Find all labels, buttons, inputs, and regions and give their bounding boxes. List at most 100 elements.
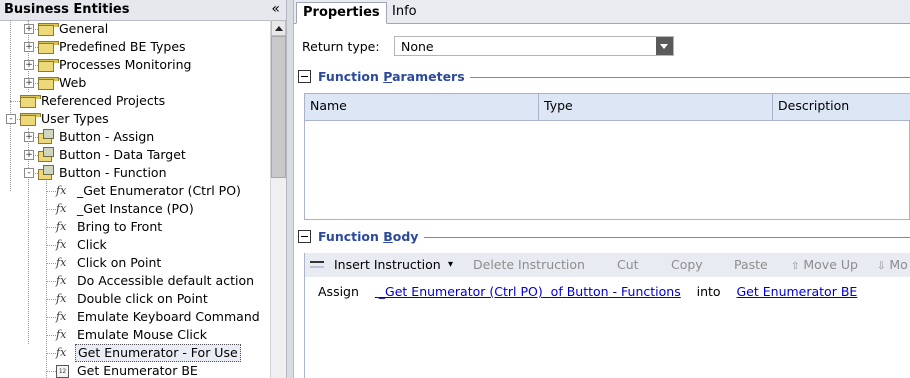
table-header: Name Type Description: [305, 94, 910, 121]
column-header-name[interactable]: Name: [305, 94, 539, 120]
tree-scrollbar[interactable]: [270, 20, 286, 378]
tree-connector: [46, 371, 56, 372]
tree-connector: [46, 209, 56, 210]
scroll-up-arrow-icon[interactable]: [271, 20, 286, 36]
delete-instruction-button[interactable]: Delete Instruction: [473, 253, 585, 277]
function-icon: fx: [56, 238, 67, 251]
paste-button[interactable]: Paste: [734, 253, 768, 277]
tree-item-label: Do Accessible default action: [77, 273, 255, 288]
tree-connector: [46, 299, 56, 300]
tree-item[interactable]: fx Get Enumerator - For Use: [0, 344, 270, 362]
section-title: Function Parameters: [318, 69, 465, 84]
tree-item[interactable]: + Processes Monitoring: [0, 56, 270, 74]
tree-item-label: Button - Function: [59, 165, 167, 180]
expand-icon[interactable]: +: [24, 42, 34, 52]
copy-button[interactable]: Copy: [671, 253, 703, 277]
tree-item[interactable]: + Web: [0, 74, 270, 92]
tree-item[interactable]: fx Click: [0, 236, 270, 254]
return-type-select[interactable]: None: [394, 36, 674, 56]
panel-splitter[interactable]: [286, 0, 294, 378]
tree-item[interactable]: fx Emulate Mouse Click: [0, 326, 270, 344]
folder-open-icon: [20, 113, 41, 126]
tree-item[interactable]: fx _Get Enumerator (Ctrl PO): [0, 182, 270, 200]
tree-connector: [46, 191, 56, 192]
cut-button[interactable]: Cut: [617, 253, 639, 277]
return-type-value: None: [401, 39, 434, 54]
function-parameters-section: Function Parameters: [298, 69, 910, 85]
expand-icon[interactable]: +: [24, 132, 34, 142]
collapse-panel-button[interactable]: «: [271, 1, 280, 17]
properties-panel: Properties Info Return type: None Functi…: [294, 0, 910, 378]
tree-item-label: Get Enumerator BE: [77, 363, 198, 378]
arrow-up-icon: ⇧: [791, 261, 800, 272]
expand-icon[interactable]: +: [24, 150, 34, 160]
function-link[interactable]: _Get Enumerator (Ctrl PO) of Button - Fu…: [375, 284, 681, 299]
section-divider: [424, 237, 910, 238]
tree-item[interactable]: - Button - Function: [0, 164, 270, 182]
function-icon: fx: [56, 202, 67, 215]
collapse-section-icon[interactable]: [298, 230, 311, 243]
collapse-icon[interactable]: -: [6, 114, 16, 124]
tree-item-label: Click: [77, 237, 107, 252]
insert-instruction-button[interactable]: Insert Instruction ▾: [305, 253, 463, 277]
expand-icon[interactable]: +: [24, 78, 34, 88]
tree-item[interactable]: + Predefined BE Types: [0, 38, 270, 56]
tree-item-label: General: [59, 21, 109, 36]
instruction-row[interactable]: Assign _Get Enumerator (Ctrl PO) of Butt…: [318, 284, 857, 299]
tree-item[interactable]: fx Click on Point: [0, 254, 270, 272]
tree-item[interactable]: fx Bring to Front: [0, 218, 270, 236]
tree-item[interactable]: fx Emulate Keyboard Command: [0, 308, 270, 326]
tree-connector: [46, 353, 56, 354]
tree-item-label: _Get Instance (PO): [77, 201, 194, 216]
tree-item-label: Processes Monitoring: [59, 57, 192, 72]
folder-icon: [38, 77, 59, 90]
user-type-icon: [38, 129, 54, 145]
tree-connector: [46, 263, 56, 264]
function-icon: fx: [56, 292, 67, 305]
function-icon: fx: [56, 346, 67, 359]
body-toolbar: Insert Instruction ▾ Delete Instruction …: [305, 253, 910, 277]
arrow-down-icon: ⇩: [877, 261, 886, 272]
function-icon: fx: [56, 310, 67, 323]
column-header-type[interactable]: Type: [539, 94, 773, 120]
column-header-description[interactable]: Description: [773, 94, 910, 120]
tree-item-label: Get Enumerator - For Use: [75, 344, 241, 362]
target-link[interactable]: Get Enumerator BE: [737, 284, 858, 299]
section-title: Function Body: [318, 229, 419, 244]
tree-item[interactable]: fx _Get Instance (PO): [0, 200, 270, 218]
tree-item[interactable]: Referenced Projects: [0, 92, 270, 110]
tree-item[interactable]: fx Double click on Point: [0, 290, 270, 308]
parameters-table[interactable]: Name Type Description: [304, 93, 910, 220]
tree-item[interactable]: + Button - Assign: [0, 128, 270, 146]
function-body-editor[interactable]: Insert Instruction ▾ Delete Instruction …: [304, 253, 910, 378]
scroll-thumb[interactable]: [271, 36, 286, 178]
instruction-keyword: Assign: [318, 284, 359, 299]
folder-icon: [38, 41, 59, 54]
business-entity-icon: 12: [56, 365, 69, 378]
chevron-down-icon[interactable]: [656, 37, 673, 55]
move-down-button[interactable]: ⇩ Mo: [877, 253, 908, 277]
tree-item[interactable]: + General: [0, 20, 270, 38]
tab-bar: Properties Info: [294, 0, 910, 24]
collapse-icon[interactable]: -: [24, 168, 34, 178]
tree-item[interactable]: 12 Get Enumerator BE: [0, 362, 270, 378]
function-icon: fx: [56, 184, 67, 197]
entity-tree: + General + Predefined BE Types + Processes M…: [0, 20, 270, 378]
tree-item[interactable]: - User Types: [0, 110, 270, 128]
function-icon: fx: [56, 220, 67, 233]
expand-icon[interactable]: +: [24, 60, 34, 70]
move-up-button[interactable]: ⇧ Move Up: [791, 253, 858, 277]
collapse-section-icon[interactable]: [298, 70, 311, 83]
tree-item[interactable]: fx Do Accessible default action: [0, 272, 270, 290]
tree-item-label: User Types: [41, 111, 109, 126]
tree-item-label: Bring to Front: [77, 219, 163, 234]
tree-connector: [46, 227, 56, 228]
panel-header: Business Entities «: [0, 0, 286, 21]
tab-properties[interactable]: Properties: [296, 2, 387, 24]
expand-icon[interactable]: +: [24, 24, 34, 34]
tree-item[interactable]: + Button - Data Target: [0, 146, 270, 164]
folder-icon: [38, 23, 59, 36]
insert-line-icon: [310, 261, 324, 272]
into-text: into: [696, 284, 721, 299]
tab-info[interactable]: Info: [386, 2, 423, 23]
